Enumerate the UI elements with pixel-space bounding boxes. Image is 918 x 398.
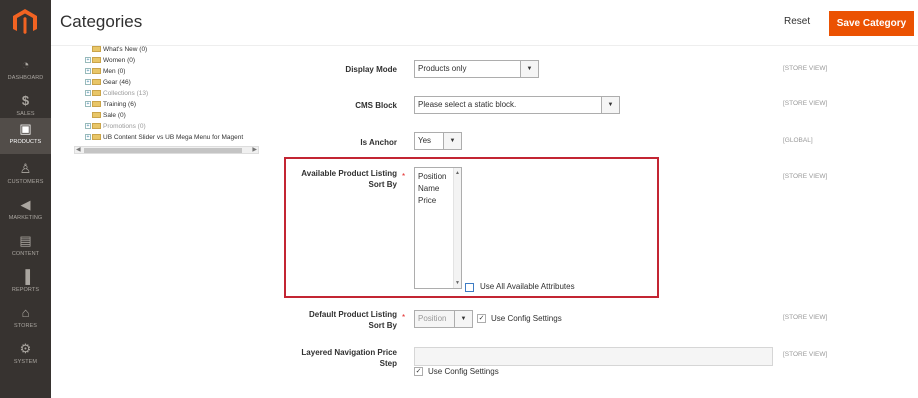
megaphone-icon: ◀: [20, 197, 31, 212]
display-mode-value: Products only: [418, 64, 467, 73]
sidebar-item-label: PRODUCTS: [9, 139, 42, 145]
price-step-label: Layered Navigation Price Step: [301, 348, 397, 368]
page-title: Categories: [60, 12, 143, 31]
dollar-icon: $: [21, 93, 30, 108]
tree-item[interactable]: + Promotions (0): [85, 121, 146, 132]
person-icon: ♙: [19, 161, 32, 176]
sidebar-item-dashboard[interactable]: ◔ DASHBOARD: [0, 54, 51, 90]
gear-icon: ⚙: [19, 341, 32, 356]
use-config-label: Use Config Settings: [428, 367, 499, 376]
scope-label: [STORE VIEW]: [783, 65, 828, 72]
is-anchor-label: Is Anchor: [360, 138, 397, 147]
sidebar-item-customers[interactable]: ♙ CUSTOMERS: [0, 158, 51, 194]
display-mode-select[interactable]: Products only ▼: [414, 60, 539, 78]
folder-icon: [92, 79, 101, 86]
tree-item[interactable]: + Training (6): [85, 99, 136, 110]
sidebar-item-reports[interactable]: ▐ REPORTS: [0, 266, 51, 302]
sidebar-item-system[interactable]: ⚙ SYSTEM: [0, 338, 51, 374]
folder-icon: [92, 112, 101, 119]
tree-horizontal-scrollbar[interactable]: ◀ ▶: [74, 146, 259, 154]
folder-icon: [92, 123, 101, 130]
folder-icon: [92, 68, 101, 75]
expand-icon[interactable]: +: [85, 134, 91, 141]
scroll-right-icon[interactable]: ▶: [252, 147, 257, 153]
default-sort-by-label: Default Product Listing Sort By: [309, 310, 397, 330]
chevron-down-icon: ▼: [601, 97, 619, 113]
scope-label: [STORE VIEW]: [783, 100, 828, 107]
cube-icon: ▣: [19, 121, 32, 136]
tree-item[interactable]: + Collections (13): [85, 88, 148, 99]
sidebar-item-label: MARKETING: [8, 215, 43, 221]
cms-block-label: CMS Block: [355, 101, 397, 110]
sidebar-item-label: SALES: [16, 111, 35, 117]
sidebar-item-label: CONTENT: [11, 251, 40, 257]
chevron-down-icon: ▼: [520, 61, 538, 77]
default-sort-by-select[interactable]: Position ▼: [414, 310, 473, 328]
admin-page: ◔ DASHBOARD $ SALES ▣ PRODUCTS ♙ CUSTOME…: [0, 0, 918, 398]
highlight-box: [284, 157, 659, 298]
expand-icon[interactable]: +: [85, 101, 91, 108]
scrollbar-thumb[interactable]: [84, 148, 242, 153]
is-anchor-select[interactable]: Yes ▼: [414, 132, 462, 150]
scope-label: [STORE VIEW]: [783, 351, 828, 358]
display-mode-label: Display Mode: [345, 65, 397, 74]
required-marker: *: [402, 313, 406, 322]
expand-icon[interactable]: +: [85, 68, 91, 75]
is-anchor-value: Yes: [418, 136, 432, 145]
category-tree: What's New (0) + Women (0) + Men (0) + Gear…: [85, 44, 263, 144]
tree-item[interactable]: + Men (0): [85, 66, 125, 77]
content-icon: ▤: [19, 233, 32, 248]
folder-icon: [92, 101, 101, 108]
sidebar-item-label: STORES: [13, 323, 38, 329]
sidebar-item-marketing[interactable]: ◀ MARKETING: [0, 194, 51, 230]
expand-icon[interactable]: +: [85, 123, 91, 130]
folder-icon: [92, 46, 101, 53]
sidebar-item-label: SYSTEM: [13, 359, 38, 365]
use-config-label: Use Config Settings: [491, 314, 562, 323]
folder-icon: [92, 57, 101, 64]
tree-item[interactable]: + Women (0): [85, 55, 135, 66]
expand-icon[interactable]: +: [85, 79, 91, 86]
bar-chart-icon: ▐: [20, 269, 31, 284]
sidebar-item-label: CUSTOMERS: [7, 179, 44, 185]
cms-block-value: Please select a static block.: [418, 100, 517, 109]
expand-icon[interactable]: +: [85, 90, 91, 97]
dashboard-icon: ◔: [21, 57, 30, 72]
admin-sidebar: ◔ DASHBOARD $ SALES ▣ PRODUCTS ♙ CUSTOME…: [0, 0, 51, 398]
store-icon: ⌂: [21, 305, 30, 320]
chevron-down-icon: ▼: [443, 133, 461, 149]
reset-button[interactable]: Reset: [784, 16, 810, 27]
scope-label: [GLOBAL]: [783, 137, 813, 144]
sidebar-item-label: REPORTS: [11, 287, 40, 293]
tree-item[interactable]: What's New (0): [92, 44, 147, 55]
sidebar-item-content[interactable]: ▤ CONTENT: [0, 230, 51, 266]
tree-item[interactable]: + UB Content Slider vs UB Mega Menu for M…: [85, 132, 243, 143]
save-category-button[interactable]: Save Category: [829, 11, 914, 36]
folder-icon: [92, 134, 101, 141]
default-sort-use-config-checkbox[interactable]: ✓: [477, 314, 486, 323]
scope-label: [STORE VIEW]: [783, 173, 828, 180]
scope-label: [STORE VIEW]: [783, 314, 828, 321]
default-sort-by-value: Position: [418, 314, 447, 323]
cms-block-select[interactable]: Please select a static block. ▼: [414, 96, 620, 114]
magento-logo-icon[interactable]: [12, 8, 38, 36]
sidebar-item-products[interactable]: ▣ PRODUCTS: [0, 118, 51, 154]
folder-icon: [92, 90, 101, 97]
sidebar-item-stores[interactable]: ⌂ STORES: [0, 302, 51, 338]
sidebar-item-label: DASHBOARD: [7, 75, 44, 81]
chevron-down-icon: ▼: [454, 311, 472, 327]
price-step-input[interactable]: [414, 347, 773, 366]
price-step-use-config-checkbox[interactable]: ✓: [414, 367, 423, 376]
scroll-left-icon[interactable]: ◀: [76, 147, 81, 153]
tree-item[interactable]: + Gear (46): [85, 77, 131, 88]
tree-item[interactable]: Sale (0): [92, 110, 126, 121]
expand-icon[interactable]: +: [85, 57, 91, 64]
